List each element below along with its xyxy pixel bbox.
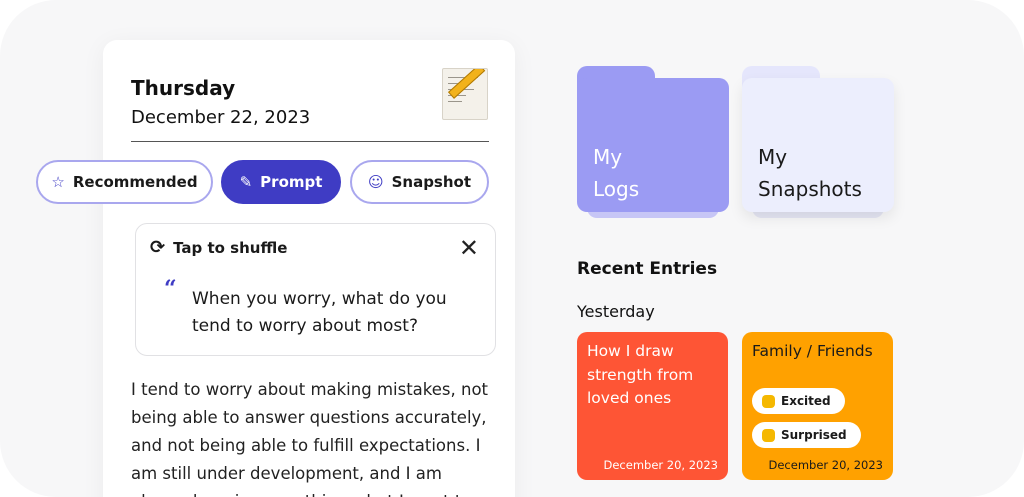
tab-recommended[interactable]: ☆ Recommended — [36, 160, 213, 204]
mood-icon — [762, 394, 775, 408]
mood-icon — [762, 428, 775, 442]
tab-label: Prompt — [260, 173, 323, 191]
entry-tile-title: Family / Friends — [752, 342, 873, 360]
entry-type-tabs: ☆ Recommended ✎ Prompt ☺ Snapshot — [36, 160, 496, 204]
star-icon: ☆ — [51, 172, 65, 191]
header-divider — [131, 141, 489, 142]
entry-tile-date: December 20, 2023 — [768, 458, 883, 472]
shuffle-icon: ⟳ — [150, 237, 166, 258]
tab-label: Snapshot — [391, 173, 472, 191]
notepad-pencil-icon — [442, 68, 488, 120]
entry-day: Thursday — [131, 76, 236, 100]
prompt-card: ⟳ Tap to shuffle ✕ “ When you worry, wha… — [135, 223, 496, 356]
shuffle-button[interactable]: ⟳ Tap to shuffle — [150, 237, 288, 258]
shuffle-label: Tap to shuffle — [173, 239, 288, 257]
folder-my-logs[interactable]: My Logs — [577, 66, 729, 218]
folder-label: My Logs — [593, 145, 640, 201]
folder-my-snapshots[interactable]: My Snapshots — [742, 66, 894, 218]
mood-badge-surprised: Surprised — [752, 422, 861, 448]
close-icon[interactable]: ✕ — [459, 236, 479, 260]
tab-snapshot[interactable]: ☺ Snapshot — [350, 160, 489, 204]
recent-entries-heading: Recent Entries — [577, 259, 718, 279]
folder-label: My Snapshots — [758, 145, 862, 201]
prompt-question: When you worry, what do you tend to worr… — [192, 289, 447, 336]
entry-tile-title: How I draw strength from loved ones — [587, 342, 694, 407]
entry-tile[interactable]: How I draw strength from loved ones Dece… — [577, 332, 728, 480]
date-group-label: Yesterday — [577, 302, 655, 321]
quote-icon: “ — [164, 276, 177, 302]
pencil-icon: ✎ — [239, 172, 253, 191]
mood-badge-excited: Excited — [752, 388, 845, 414]
smiley-icon: ☺ — [367, 172, 384, 191]
entry-tile-date: December 20, 2023 — [603, 458, 718, 472]
entry-tile[interactable]: Family / Friends Excited Surprised Decem… — [742, 332, 893, 480]
entry-text-area[interactable]: I tend to worry about making mistakes, n… — [131, 376, 501, 497]
tab-prompt[interactable]: ✎ Prompt — [221, 160, 341, 204]
entry-date: December 22, 2023 — [131, 107, 311, 128]
app-canvas: Thursday December 22, 2023 ☆ Recommended… — [0, 0, 1024, 497]
tab-label: Recommended — [72, 173, 198, 191]
